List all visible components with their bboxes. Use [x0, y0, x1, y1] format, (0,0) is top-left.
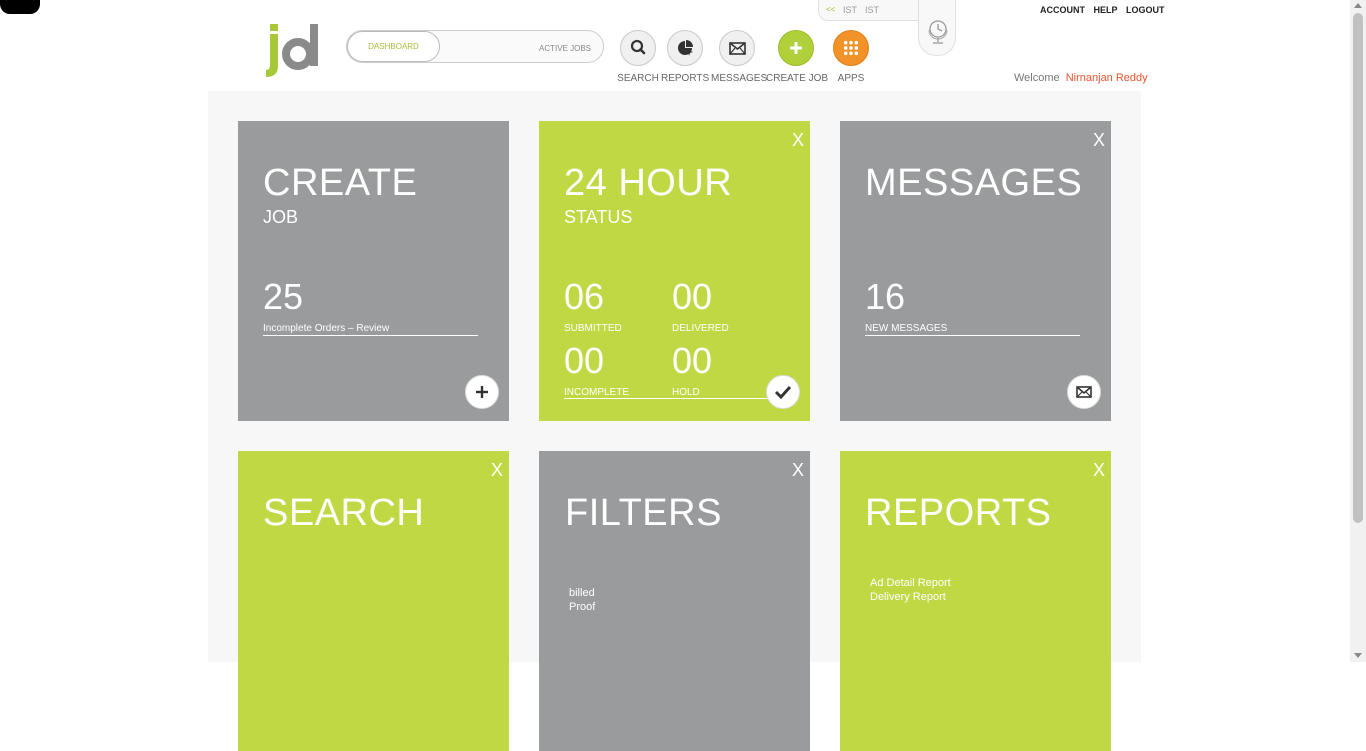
- status-tile: X 24 HOUR STATUS 06 SUBMITTED 00 DELIVER…: [539, 121, 810, 421]
- divider: [865, 335, 1080, 336]
- logout-link[interactable]: LOGOUT: [1126, 5, 1165, 15]
- new-messages-count: 16: [865, 276, 906, 317]
- reports-label[interactable]: REPORTS: [661, 73, 709, 84]
- top-left-blob: [0, 0, 40, 14]
- grid-icon: [844, 41, 858, 55]
- search-icon: [630, 39, 646, 55]
- search-label[interactable]: SEARCH: [616, 73, 660, 84]
- new-messages-link[interactable]: NEW MESSAGES: [865, 323, 947, 334]
- apps-label[interactable]: APPS: [831, 73, 871, 84]
- vertical-scrollbar[interactable]: [1350, 0, 1366, 662]
- apps-button[interactable]: [833, 30, 869, 66]
- tile-title: CREATE: [263, 162, 418, 204]
- close-reports-tile[interactable]: X: [1093, 460, 1105, 481]
- plus-icon: [476, 386, 488, 398]
- filters-list: billed Proof: [569, 586, 595, 614]
- filter-item[interactable]: Proof: [569, 600, 595, 614]
- filter-item[interactable]: billed: [569, 586, 595, 600]
- reports-button[interactable]: [667, 30, 703, 66]
- tile-title: FILTERS: [565, 492, 722, 534]
- search-tile[interactable]: X SEARCH: [238, 451, 509, 751]
- timezone-collapse-arrow[interactable]: <<: [826, 5, 835, 14]
- account-link[interactable]: ACCOUNT: [1040, 5, 1085, 15]
- divider: [263, 335, 478, 336]
- hold-label[interactable]: HOLD: [672, 387, 700, 398]
- clock-globe-icon: [928, 20, 948, 44]
- report-item[interactable]: Delivery Report: [870, 590, 951, 604]
- checkmark-icon: [774, 385, 792, 400]
- world-clock[interactable]: [918, 0, 956, 56]
- messages-tile: X MESSAGES 16 NEW MESSAGES: [840, 121, 1111, 421]
- close-status-tile[interactable]: X: [792, 130, 804, 151]
- close-messages-tile[interactable]: X: [1093, 130, 1105, 151]
- filters-tile: X FILTERS billed Proof: [539, 451, 810, 751]
- scroll-down-arrow[interactable]: [1354, 653, 1362, 658]
- create-job-button[interactable]: [778, 30, 814, 66]
- tile-title: REPORTS: [865, 492, 1052, 534]
- delivered-count: 00: [672, 276, 713, 317]
- timezone-2: IST: [865, 5, 880, 15]
- status-confirm-button[interactable]: [766, 375, 800, 409]
- incomplete-count: 00: [564, 340, 605, 381]
- jd-logo[interactable]: [264, 22, 326, 78]
- reports-tile: X REPORTS Ad Detail Report Delivery Repo…: [840, 451, 1111, 751]
- add-job-button[interactable]: [465, 375, 499, 409]
- reports-icon: [678, 40, 693, 56]
- create-job-tile[interactable]: CREATE JOB 25 Incomplete Orders – Review: [238, 121, 509, 421]
- report-item[interactable]: Ad Detail Report: [870, 576, 951, 590]
- dashboard-area: CREATE JOB 25 Incomplete Orders – Review…: [208, 91, 1141, 751]
- tile-title: SEARCH: [263, 492, 425, 534]
- scroll-thumb[interactable]: [1353, 13, 1363, 523]
- welcome-label: Welcome: [1014, 72, 1060, 84]
- envelope-icon: [1076, 386, 1092, 398]
- messages-label[interactable]: MESSAGES: [711, 73, 767, 84]
- submitted-label[interactable]: SUBMITTED: [564, 323, 622, 334]
- hold-count: 00: [672, 340, 713, 381]
- tile-title: 24 HOUR: [564, 162, 733, 204]
- welcome-message: Welcome Nirnanjan Reddy: [1014, 72, 1148, 84]
- user-name[interactable]: Nirnanjan Reddy: [1066, 72, 1148, 84]
- delivered-label[interactable]: DELIVERED: [672, 323, 729, 334]
- create-job-label[interactable]: CREATE JOB: [766, 73, 828, 84]
- incomplete-orders-link[interactable]: Incomplete Orders – Review: [263, 323, 389, 334]
- reports-list: Ad Detail Report Delivery Report: [870, 576, 951, 604]
- divider: [564, 398, 779, 399]
- account-links: ACCOUNT HELP LOGOUT: [1040, 5, 1171, 15]
- open-messages-button[interactable]: [1067, 375, 1101, 409]
- tile-title: MESSAGES: [865, 162, 1083, 204]
- view-switch: DASHBOARD ACTIVE JOBS: [346, 30, 604, 63]
- close-search-tile[interactable]: X: [491, 460, 503, 481]
- scroll-up-arrow[interactable]: [1354, 3, 1362, 8]
- dashboard-tab[interactable]: DASHBOARD: [347, 31, 440, 62]
- incomplete-orders-count: 25: [263, 276, 304, 317]
- close-filters-tile[interactable]: X: [792, 460, 804, 481]
- incomplete-label[interactable]: INCOMPLETE: [564, 387, 629, 398]
- timezone-1: IST: [843, 5, 858, 15]
- submitted-count: 06: [564, 276, 605, 317]
- messages-button[interactable]: [719, 30, 755, 66]
- search-button[interactable]: [620, 30, 656, 66]
- tile-subtitle: STATUS: [564, 207, 633, 227]
- tile-subtitle: JOB: [263, 207, 299, 227]
- plus-icon: [790, 42, 802, 54]
- help-link[interactable]: HELP: [1094, 5, 1118, 15]
- envelope-icon: [729, 42, 746, 55]
- active-jobs-tab[interactable]: ACTIVE JOBS: [539, 31, 591, 62]
